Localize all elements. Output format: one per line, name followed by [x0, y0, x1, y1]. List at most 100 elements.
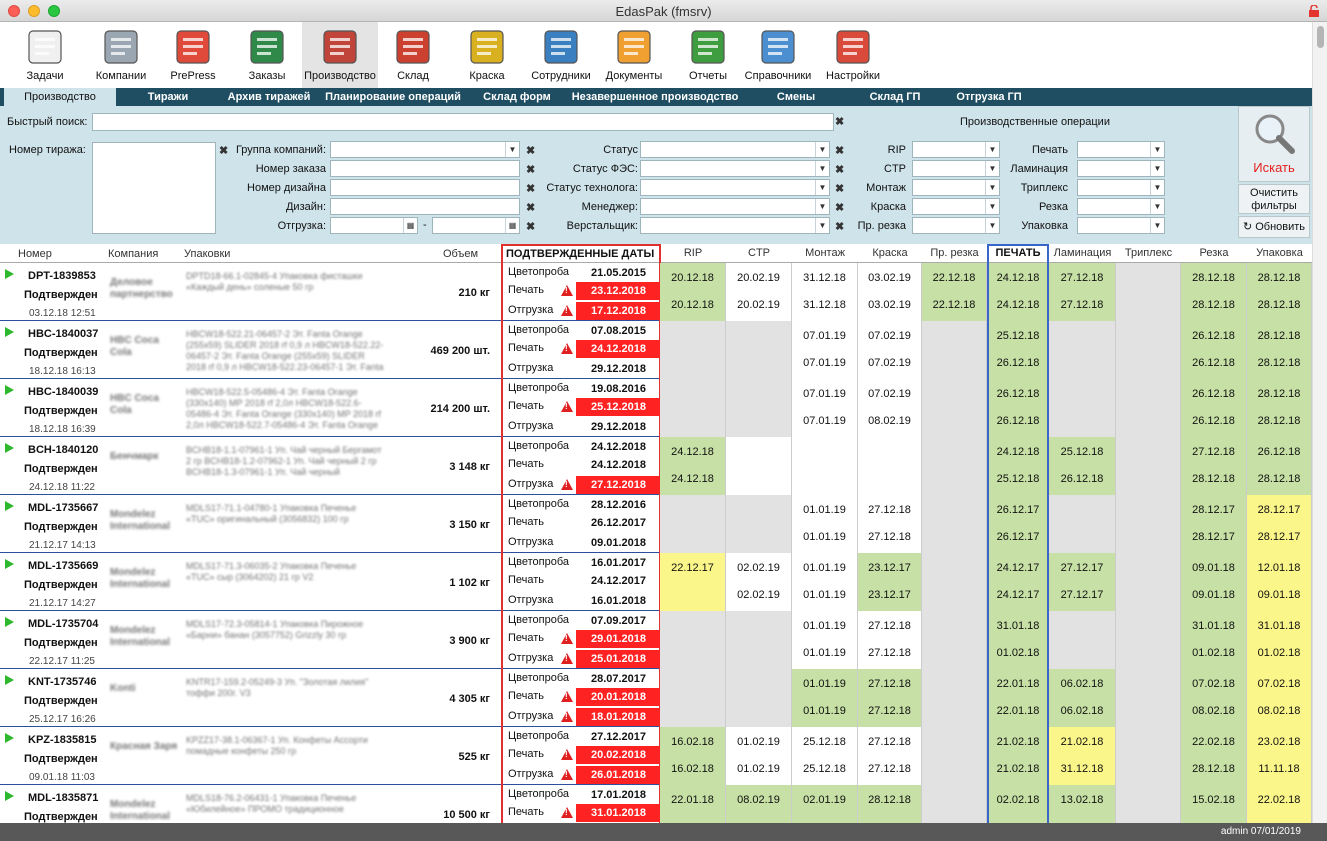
refresh-button[interactable]: ↻ Обновить	[1238, 216, 1310, 238]
op-cell[interactable]: 23.12.17 23.12.17	[858, 553, 922, 611]
table-row[interactable]: MDL-1735669 Подтвержден 21.12.17 14:27 Mond…	[0, 553, 1312, 611]
table-row[interactable]: BCH-1840120 Подтвержден 24.12.18 11:22 Бенч…	[0, 437, 1312, 495]
op-cell[interactable]: 26.12.18 26.12.18	[987, 379, 1049, 437]
op-cell[interactable]: 27.12.18 27.12.18	[858, 669, 922, 727]
toolbar-employees-button[interactable]: Сотрудники	[528, 22, 594, 88]
op-cell[interactable]	[922, 437, 987, 495]
tab-1[interactable]: Тиражи	[116, 88, 220, 106]
run-number-input[interactable]	[92, 142, 216, 234]
op-cell[interactable]: 22.02.18	[1247, 785, 1312, 823]
play-icon[interactable]	[5, 501, 14, 511]
op-cell[interactable]	[1116, 379, 1181, 437]
op-cell[interactable]	[922, 785, 987, 823]
vertical-scrollbar[interactable]	[1312, 22, 1327, 823]
table-row[interactable]: KNT-1735746 Подтвержден 25.12.17 16:26 Kont…	[0, 669, 1312, 727]
op-cell[interactable]: 26.12.17 26.12.17	[987, 495, 1049, 553]
col-op-5[interactable]: ПЕЧАТЬ	[987, 244, 1049, 263]
op-cell[interactable]: 02.01.19	[792, 785, 858, 823]
op-cell[interactable]: 25.12.18 25.12.18	[792, 727, 858, 785]
toolbar-paint-button[interactable]: Краска	[456, 22, 518, 88]
col-op-9[interactable]: Упаковка	[1247, 244, 1312, 263]
col-confirmed-dates[interactable]: ПОДТВЕРЖДЕННЫЕ ДАТЫ	[506, 248, 654, 260]
op-filter-select[interactable]: ▼	[1077, 198, 1165, 215]
op-cell[interactable]	[922, 727, 987, 785]
col-op-7[interactable]: Триплекс	[1116, 244, 1181, 263]
op-cell[interactable]: 02.02.18	[987, 785, 1049, 823]
op-cell[interactable]	[1116, 321, 1181, 379]
clear-order-number-icon[interactable]: ✖	[526, 163, 535, 176]
op-cell[interactable]	[1116, 495, 1181, 553]
op-cell[interactable]: 01.01.19 01.01.19	[792, 553, 858, 611]
table-row[interactable]: HBC-1840037 Подтвержден 18.12.18 16:13 HBC …	[0, 321, 1312, 379]
op-cell[interactable]: 12.01.18 09.01.18	[1247, 553, 1312, 611]
clear-shipment-icon[interactable]: ✖	[526, 220, 535, 233]
quick-search-input[interactable]	[92, 113, 834, 131]
table-row[interactable]: MDL-1835871 Подтвержден Mondelez Internati…	[0, 785, 1312, 823]
op-cell[interactable]: 21.02.18 21.02.18	[987, 727, 1049, 785]
manager-select[interactable]: ▼	[640, 198, 830, 215]
clear-design-icon[interactable]: ✖	[526, 201, 535, 214]
op-cell[interactable]: 26.12.18 28.12.18	[1247, 437, 1312, 495]
clear-design-number-icon[interactable]: ✖	[526, 182, 535, 195]
table-row[interactable]: KPZ-1835815 Подтвержден 09.01.18 11:03 Крас…	[0, 727, 1312, 785]
op-filter-select[interactable]: ▼	[912, 217, 1000, 234]
op-cell[interactable]	[726, 611, 792, 669]
play-icon[interactable]	[5, 385, 14, 395]
col-volume[interactable]: Объем	[443, 248, 478, 260]
op-cell[interactable]: 27.12.18 28.12.18	[1181, 437, 1247, 495]
toolbar-prepress-button[interactable]: PrePress	[160, 22, 226, 88]
op-cell[interactable]: 16.02.18 16.02.18	[660, 727, 726, 785]
col-company[interactable]: Компания	[108, 248, 158, 260]
op-cell[interactable]: 31.01.18 01.02.18	[1247, 611, 1312, 669]
op-cell[interactable]: 01.02.19 01.02.19	[726, 727, 792, 785]
op-filter-select[interactable]: ▼	[1077, 217, 1165, 234]
toolbar-directories-button[interactable]: Справочники	[740, 22, 816, 88]
tab-7[interactable]: Склад ГП	[848, 88, 942, 106]
op-cell[interactable]	[1116, 727, 1181, 785]
op-cell[interactable]: 31.01.18 01.02.18	[1181, 611, 1247, 669]
calendar-icon[interactable]: ▦	[403, 218, 417, 233]
op-cell[interactable]: 22.01.18	[660, 785, 726, 823]
table-row[interactable]: DPT-1839853 Подтвержден 03.12.18 12:51 Дело…	[0, 263, 1312, 321]
op-cell[interactable]: 07.02.18 08.02.18	[1247, 669, 1312, 727]
op-cell[interactable]	[1116, 669, 1181, 727]
op-cell[interactable]: 26.12.18 26.12.18	[1181, 321, 1247, 379]
toolbar-reports-button[interactable]: Отчеты	[680, 22, 736, 88]
col-op-4[interactable]: Пр. резка	[922, 244, 987, 263]
op-cell[interactable]: 28.12.18	[858, 785, 922, 823]
op-cell[interactable]: 28.12.18 28.12.18	[1181, 263, 1247, 321]
op-cell[interactable]	[660, 495, 726, 553]
op-cell[interactable]: 07.01.19 07.01.19	[792, 321, 858, 379]
clear-filters-button[interactable]: Очистить фильтры	[1238, 184, 1310, 214]
tab-6[interactable]: Смены	[744, 88, 848, 106]
op-cell[interactable]	[1116, 611, 1181, 669]
op-cell[interactable]: 09.01.18 09.01.18	[1181, 553, 1247, 611]
play-icon[interactable]	[5, 269, 14, 279]
op-cell[interactable]	[858, 437, 922, 495]
op-cell[interactable]	[792, 437, 858, 495]
tech-status-select[interactable]: ▼	[640, 179, 830, 196]
fes-status-select[interactable]: ▼	[640, 160, 830, 177]
op-filter-select[interactable]: ▼	[1077, 179, 1165, 196]
op-cell[interactable]: 23.02.18 11.11.18	[1247, 727, 1312, 785]
op-cell[interactable]: 21.02.18 31.12.18	[1049, 727, 1116, 785]
op-cell[interactable]: 01.01.19 01.01.19	[792, 611, 858, 669]
toolbar-companies-button[interactable]: Компании	[88, 22, 154, 88]
op-cell[interactable]: 07.02.19 07.02.19	[858, 321, 922, 379]
op-cell[interactable]	[726, 379, 792, 437]
col-op-2[interactable]: Монтаж	[792, 244, 858, 263]
play-icon[interactable]	[5, 443, 14, 453]
col-num[interactable]: Номер	[18, 248, 52, 260]
op-cell[interactable]: 25.12.18 26.12.18	[1049, 437, 1116, 495]
op-cell[interactable]: 20.02.19 20.02.19	[726, 263, 792, 321]
op-cell[interactable]	[660, 611, 726, 669]
op-cell[interactable]: 01.01.19 01.01.19	[792, 495, 858, 553]
clear-quick-search-icon[interactable]: ✖	[835, 115, 844, 128]
op-cell[interactable]	[922, 669, 987, 727]
tab-2[interactable]: Архив тиражей	[220, 88, 318, 106]
op-cell[interactable]: 27.12.18 27.12.18	[858, 495, 922, 553]
order-number-input[interactable]	[330, 160, 520, 177]
play-icon[interactable]	[5, 327, 14, 337]
op-cell[interactable]: 27.12.18 27.12.18	[858, 727, 922, 785]
search-button[interactable]: Искать	[1238, 106, 1310, 182]
